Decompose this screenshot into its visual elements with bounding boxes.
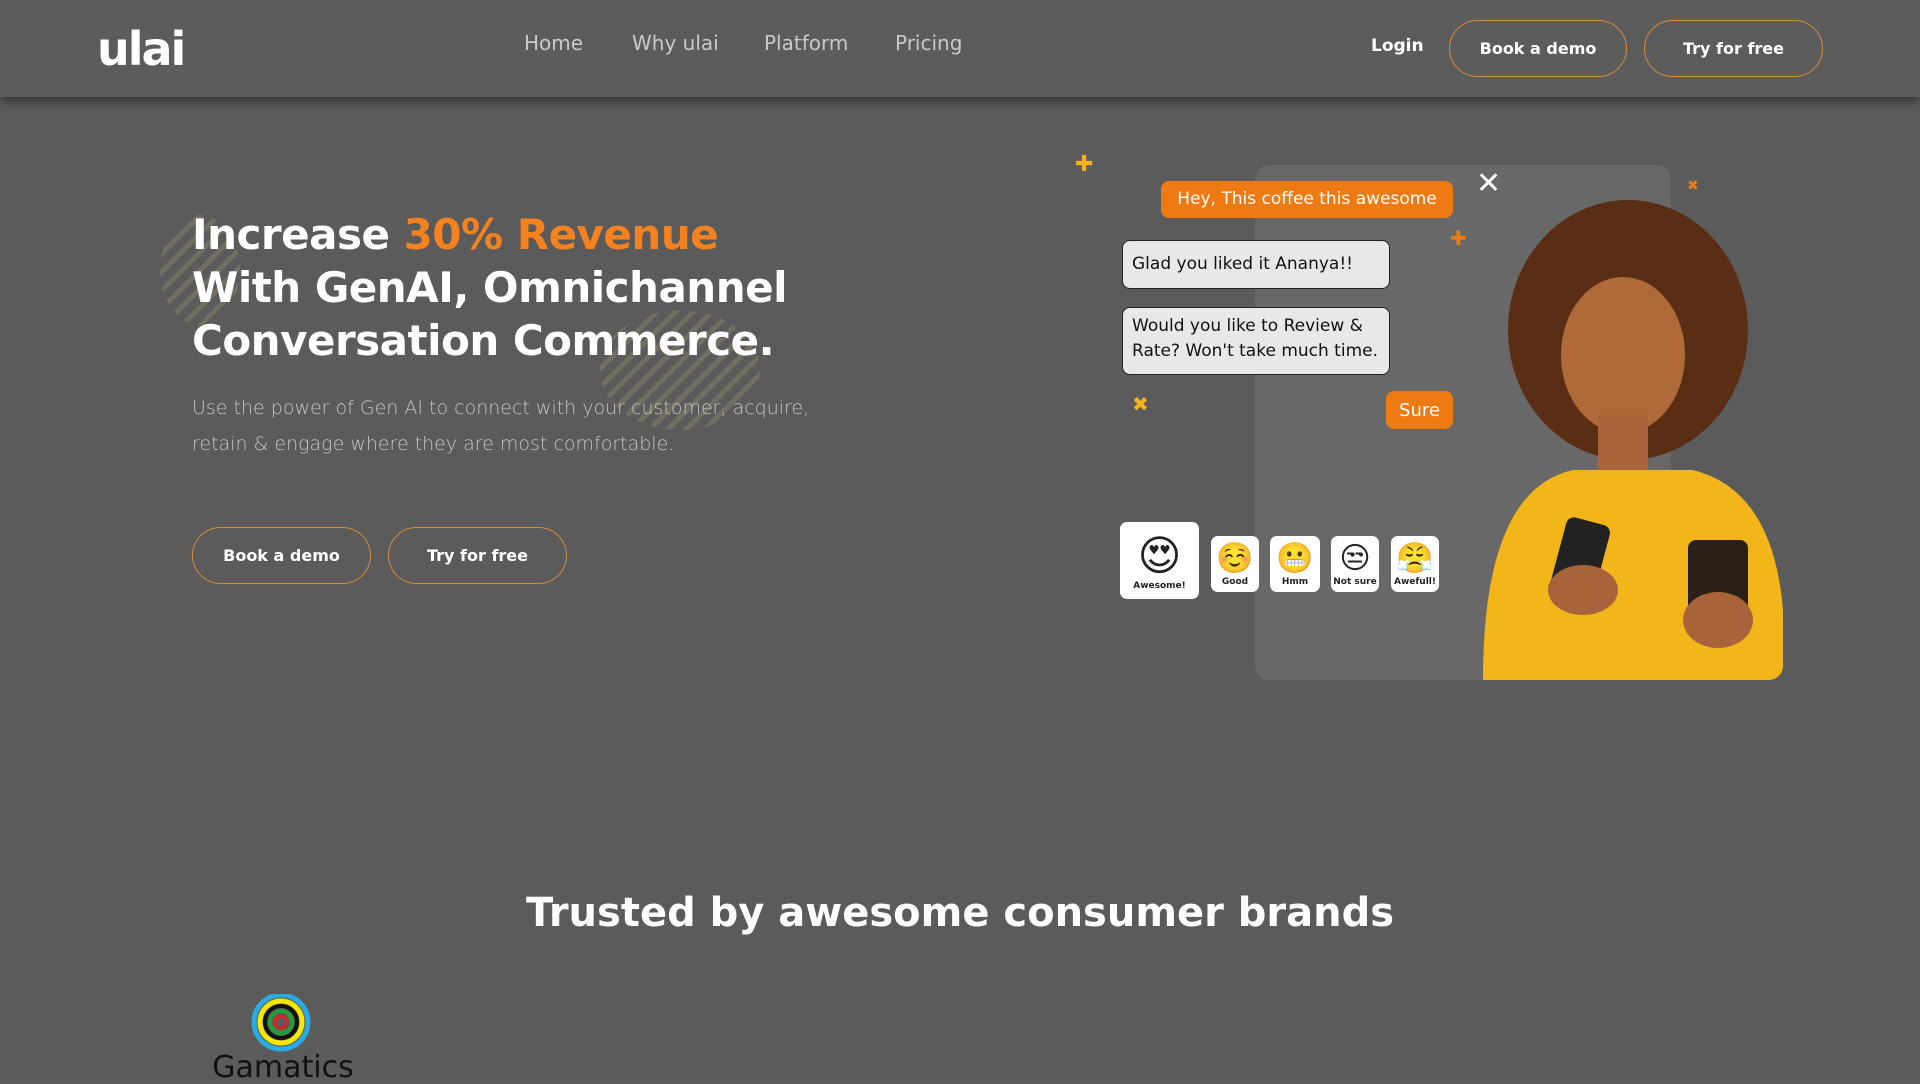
ulai-logo[interactable]: ulai <box>97 22 186 76</box>
nav-try-free-button[interactable]: Try for free <box>1644 20 1823 77</box>
rating-label: Hmm <box>1281 577 1309 587</box>
rating-label: Awefull! <box>1394 577 1436 587</box>
unamused-emoji-icon: 😒 <box>1339 541 1371 576</box>
grimacing-emoji-icon: 😬 <box>1276 541 1314 576</box>
nav-home[interactable]: Home <box>524 31 583 55</box>
smiling-emoji-icon: ☺️ <box>1216 541 1254 576</box>
sparkle-icon: ✖ <box>1132 392 1149 416</box>
hero-try-free-button[interactable]: Try for free <box>388 527 567 584</box>
hero-subtitle: Use the power of Gen AI to connect with … <box>192 397 810 455</box>
woman-photo <box>1463 190 1783 680</box>
sparkle-icon: ✖ <box>1687 178 1699 194</box>
chat-message-user: Hey, This coffee this awesome <box>1161 181 1453 218</box>
angry-emoji-icon: 😤 <box>1396 541 1434 576</box>
chat-message-bot: Glad you liked it Ananya!! <box>1122 240 1390 289</box>
sparkle-icon: ✚ <box>1075 152 1094 177</box>
rating-awesome[interactable]: 😍 Awesome! <box>1120 522 1199 599</box>
heart-eyes-emoji-icon: 😍 <box>1137 530 1182 580</box>
rating-awefull[interactable]: 😤 Awefull! <box>1391 536 1439 592</box>
hero-title-highlight: 30% Revenue <box>403 210 719 259</box>
rating-not-sure[interactable]: 😒 Not sure <box>1331 536 1379 592</box>
nav-book-demo-button[interactable]: Book a demo <box>1449 20 1627 77</box>
gamatics-logo: Gamatics <box>208 992 358 1084</box>
trusted-brands-heading: Trusted by awesome consumer brands <box>525 890 1395 936</box>
close-icon[interactable]: ✕ <box>1476 166 1501 201</box>
nav-platform[interactable]: Platform <box>764 31 848 55</box>
rating-label: Good <box>1221 577 1249 587</box>
gamatics-logo-text: Gamatics <box>212 1050 353 1080</box>
chat-message-user: Sure <box>1386 391 1453 429</box>
rating-good[interactable]: ☺️ Good <box>1211 536 1259 592</box>
rating-label: Awesome! <box>1133 580 1186 591</box>
sparkle-icon: ✚ <box>1450 226 1467 250</box>
nav-pricing[interactable]: Pricing <box>895 31 962 55</box>
hero-title: Increase 30% Revenue With GenAI, Omnichan… <box>192 210 787 365</box>
login-link[interactable]: Login <box>1371 36 1424 56</box>
rating-hmm[interactable]: 😬 Hmm <box>1270 536 1320 592</box>
nav-why-ulai[interactable]: Why ulai <box>632 31 719 55</box>
top-nav: ulai Home Why ulai Platform Pricing Logi… <box>0 0 1920 97</box>
hero-book-demo-button[interactable]: Book a demo <box>192 527 371 584</box>
chat-message-bot: Would you like to Review & Rate? Won't t… <box>1122 307 1390 375</box>
rating-label: Not sure <box>1333 577 1377 587</box>
